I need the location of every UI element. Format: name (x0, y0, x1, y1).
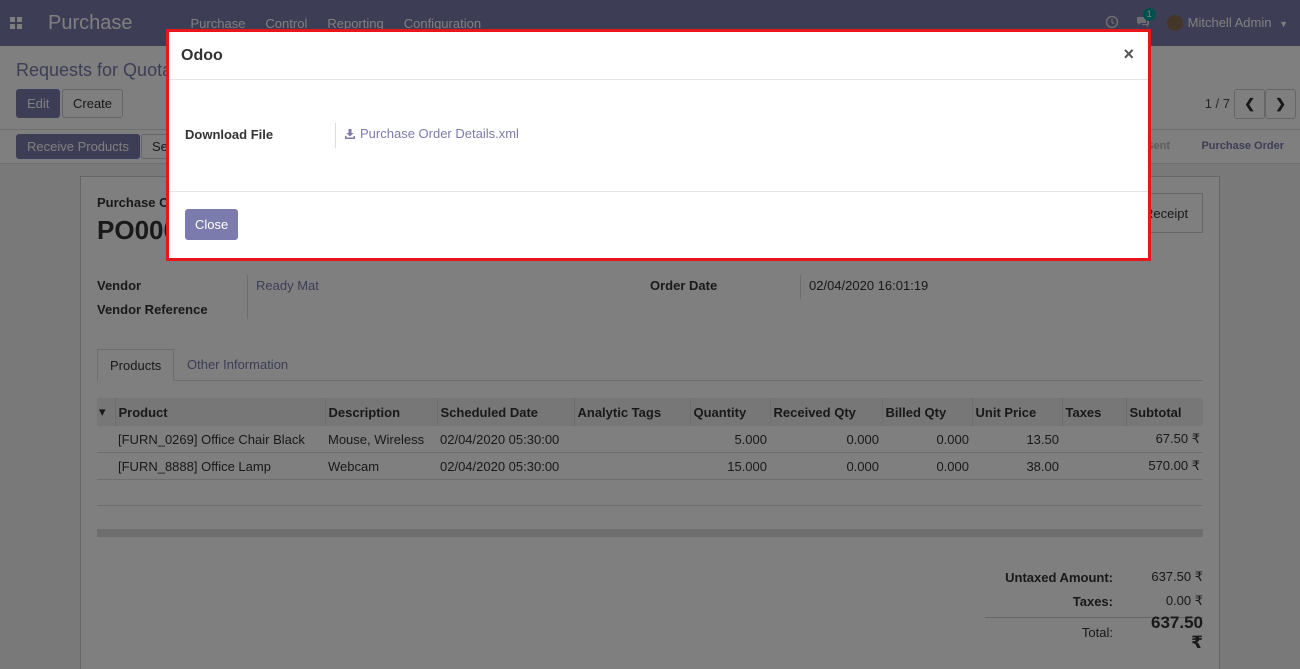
download-icon (344, 128, 356, 140)
file-name: Purchase Order Details.xml (360, 126, 519, 141)
field-separator (335, 123, 336, 148)
close-button[interactable]: Close (185, 209, 239, 240)
download-file-label: Download File (185, 127, 274, 142)
download-dialog: Odoo × Download File Purchase Order Deta… (166, 29, 1151, 261)
close-icon[interactable]: × (1123, 44, 1134, 65)
dialog-header: Odoo × (169, 32, 1148, 80)
download-file-link[interactable]: Purchase Order Details.xml (344, 126, 519, 141)
dialog-title: Odoo (181, 47, 223, 64)
dialog-body: Download File Purchase Order Details.xml (169, 80, 1148, 192)
